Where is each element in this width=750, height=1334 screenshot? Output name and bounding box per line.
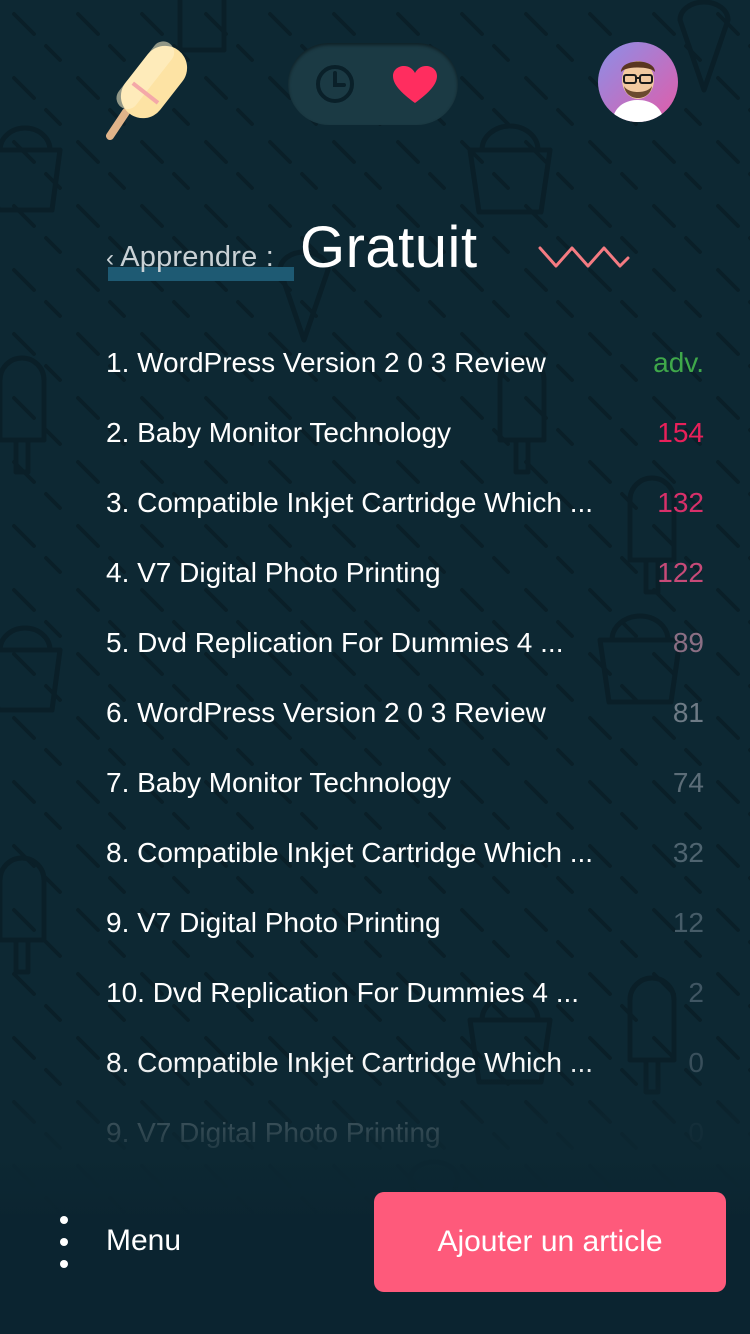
article-title: 1. WordPress Version 2 0 3 Review: [106, 347, 546, 378]
article-count: adv.: [653, 347, 704, 378]
article-title: 10. Dvd Replication For Dummies 4 ...: [106, 977, 580, 1008]
article-count: 0: [688, 1117, 704, 1148]
back-link[interactable]: ‹ Apprendre :: [106, 241, 294, 281]
article-title: 8. Compatible Inkjet Cartridge Which ...: [106, 1047, 594, 1078]
article-row[interactable]: 10. Dvd Replication For Dummies 4 ... 2: [106, 958, 718, 1028]
article-title: 7. Baby Monitor Technology: [106, 767, 452, 798]
view-toggle[interactable]: [288, 43, 458, 125]
article-count: 0: [688, 1047, 704, 1078]
article-count: 122: [657, 557, 704, 588]
article-count: 154: [657, 417, 704, 448]
article-count: 12: [672, 907, 704, 938]
article-row[interactable]: 3. Compatible Inkjet Cartridge Which ...…: [106, 468, 718, 538]
article-count: 89: [672, 627, 704, 658]
article-row[interactable]: 4. V7 Digital Photo Printing 122: [106, 538, 718, 608]
page-title: Gratuit: [300, 215, 478, 280]
article-count: 74: [672, 767, 704, 798]
clock-icon[interactable]: [314, 63, 356, 105]
article-title: 5. Dvd Replication For Dummies 4 ...: [106, 627, 564, 658]
article-title: 9. V7 Digital Photo Printing: [106, 1117, 441, 1148]
back-link-label: Apprendre :: [120, 241, 274, 273]
dot: [60, 1238, 68, 1246]
article-count: 81: [672, 697, 704, 728]
heart-icon[interactable]: [392, 65, 438, 105]
article-count: 132: [657, 487, 704, 518]
menu-button[interactable]: Menu: [106, 1224, 181, 1258]
add-article-button[interactable]: Ajouter un article: [374, 1192, 726, 1292]
article-row[interactable]: 9. V7 Digital Photo Printing 12: [106, 888, 718, 958]
article-row[interactable]: 7. Baby Monitor Technology 74: [106, 748, 718, 818]
article-title: 4. V7 Digital Photo Printing: [106, 557, 441, 588]
article-row[interactable]: 9. V7 Digital Photo Printing 0: [106, 1098, 718, 1168]
popsicle-icon[interactable]: [102, 38, 202, 144]
article-title: 6. WordPress Version 2 0 3 Review: [106, 697, 546, 728]
article-row[interactable]: 6. WordPress Version 2 0 3 Review 81: [106, 678, 718, 748]
article-row[interactable]: 8. Compatible Inkjet Cartridge Which ...…: [106, 818, 718, 888]
zigzag-icon: [538, 246, 630, 268]
article-list: 1. WordPress Version 2 0 3 Review adv. 2. …: [106, 328, 718, 1168]
article-row[interactable]: 8. Compatible Inkjet Cartridge Which ...…: [106, 1028, 718, 1098]
vertical-dots-icon[interactable]: [54, 1214, 74, 1270]
user-avatar-icon[interactable]: [598, 42, 678, 122]
article-count: 2: [688, 977, 704, 1008]
article-title: 3. Compatible Inkjet Cartridge Which ...: [106, 487, 594, 518]
article-title: 9. V7 Digital Photo Printing: [106, 907, 441, 938]
article-title: 8. Compatible Inkjet Cartridge Which ...: [106, 837, 594, 868]
article-count: 32: [672, 837, 704, 868]
article-row[interactable]: 5. Dvd Replication For Dummies 4 ... 89: [106, 608, 718, 678]
bottom-bar: Menu Ajouter un article: [0, 1180, 750, 1304]
dot: [60, 1260, 68, 1268]
article-row[interactable]: 2. Baby Monitor Technology 154: [106, 398, 718, 468]
chevron-left-icon: ‹: [106, 245, 115, 272]
article-title: 2. Baby Monitor Technology: [106, 417, 452, 448]
article-row[interactable]: 1. WordPress Version 2 0 3 Review adv.: [106, 328, 718, 398]
dot: [60, 1216, 68, 1224]
page-heading: ‹ Apprendre : Gratuit: [106, 210, 666, 290]
